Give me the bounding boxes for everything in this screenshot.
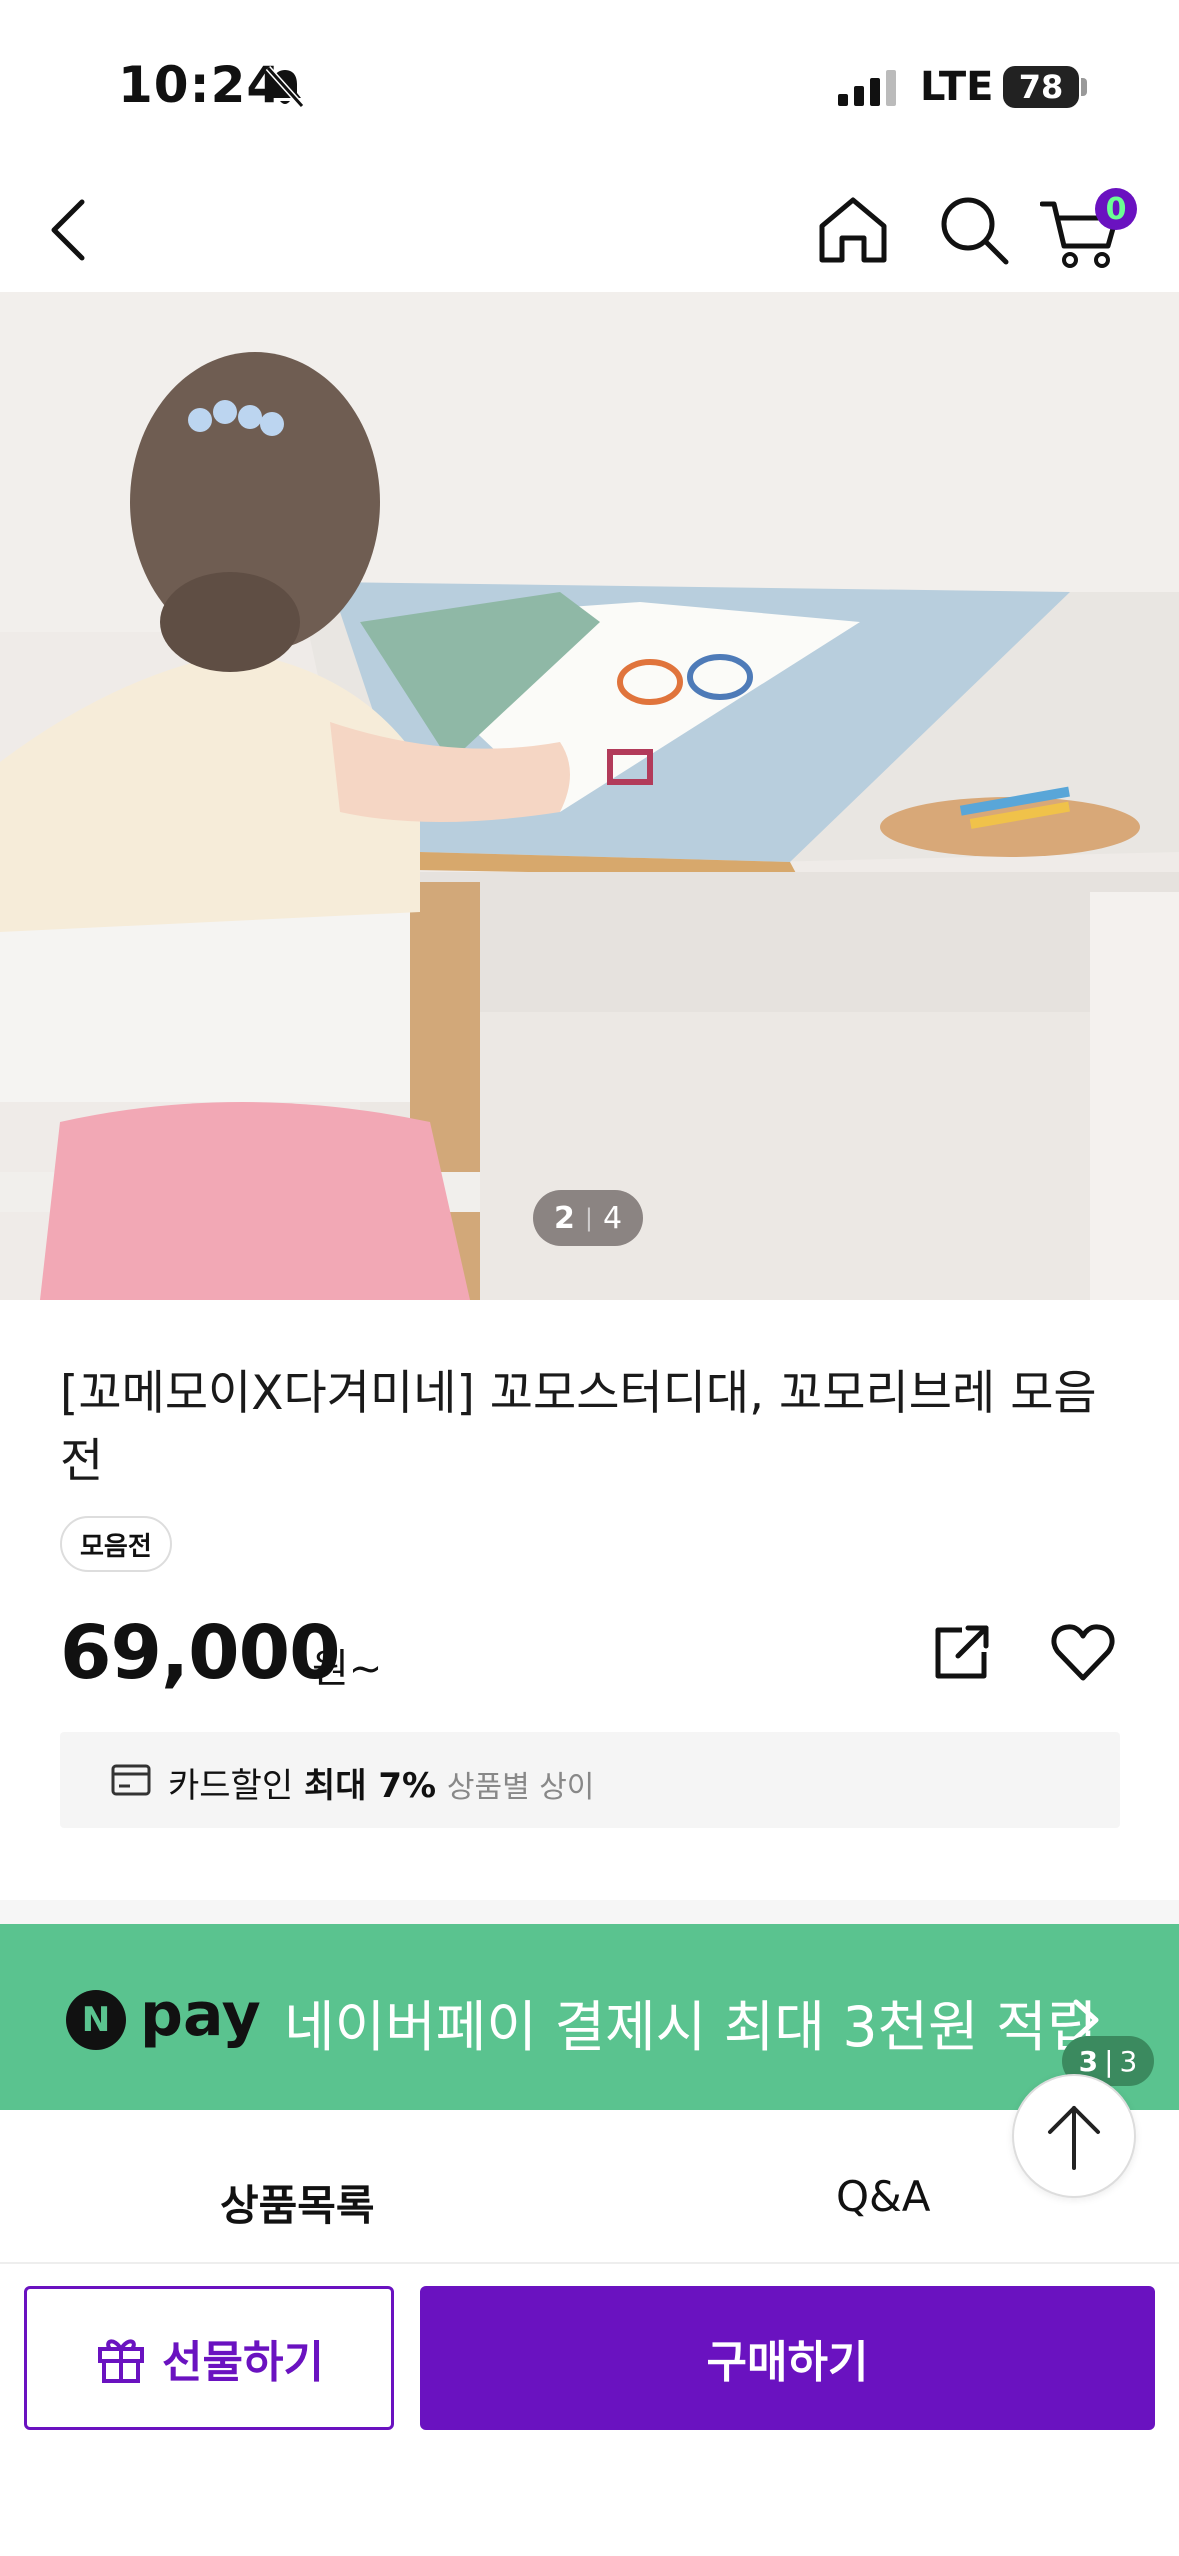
price-unit: 원~ — [312, 1646, 383, 1692]
discount-text: 카드할인 최대 7% 상품별 상이 — [168, 1758, 594, 1807]
product-image-carousel[interactable]: 2 | 4 — [0, 292, 1179, 1300]
heart-icon[interactable] — [1050, 1622, 1116, 1682]
gift-button[interactable]: 선물하기 — [24, 2286, 394, 2430]
product-tabs: 상품목록 Q&A — [0, 2126, 1179, 2260]
npay-logo: N — [66, 1990, 126, 2050]
product-tag: 모음전 — [60, 1516, 172, 1572]
tab-qa[interactable]: Q&A — [836, 2172, 931, 2221]
bottom-action-bar: 선물하기 구매하기 — [0, 2262, 1179, 2556]
discount-note: 상품별 상이 — [446, 1770, 595, 1805]
signal-icon — [838, 70, 896, 106]
bell-off-icon — [265, 65, 305, 109]
share-icon[interactable] — [932, 1622, 992, 1682]
image-counter-current: 2 — [553, 1200, 575, 1236]
scroll-to-top-button[interactable] — [1012, 2074, 1136, 2198]
search-icon[interactable] — [938, 194, 1010, 266]
status-bar: 10:24 LTE 78 — [0, 0, 1179, 170]
network-label: LTE — [920, 64, 994, 110]
home-icon[interactable] — [816, 194, 890, 264]
gift-icon — [98, 2339, 145, 2383]
credit-card-icon — [111, 1764, 151, 1796]
banner-counter-current: 3 — [1078, 2044, 1099, 2078]
banner-counter-separator: | — [1104, 2044, 1114, 2078]
product-page: 10:24 LTE 78 0 2 | 4 [꼬메모이X다겨미네] 꼬모스터디대,… — [0, 0, 1179, 2556]
gift-button-label: 선물하기 — [162, 2337, 324, 2388]
buy-button-label: 구매하기 — [706, 2337, 869, 2388]
npay-promo-banner[interactable]: N pay 네이버페이 결제시 최대 3천원 적립 — [0, 1924, 1179, 2110]
image-counter-total: 4 — [602, 1200, 623, 1236]
npay-promo-text: 네이버페이 결제시 최대 3천원 적립 — [284, 1995, 1098, 2059]
image-counter-separator: | — [584, 1204, 593, 1232]
card-discount-info: 카드할인 최대 7% 상품별 상이 — [60, 1732, 1120, 1828]
top-nav — [0, 170, 1179, 292]
product-photo — [0, 292, 1179, 1300]
buy-button[interactable]: 구매하기 — [420, 2286, 1155, 2430]
arrow-up-icon — [1048, 2106, 1100, 2170]
tab-product-list[interactable]: 상품목록 — [220, 2172, 375, 2233]
section-divider — [0, 1900, 1179, 1924]
status-time: 10:24 — [118, 56, 283, 114]
battery-cap — [1081, 78, 1087, 96]
product-title: [꼬메모이X다겨미네] 꼬모스터디대, 꼬모리브레 모음전 — [60, 1366, 1097, 1489]
back-icon[interactable] — [46, 198, 90, 262]
npay-logo-word: pay — [140, 1980, 261, 2050]
image-counter: 2 | 4 — [533, 1190, 643, 1246]
discount-highlight: 최대 7% — [303, 1766, 437, 1806]
banner-counter-total: 3 — [1119, 2044, 1138, 2078]
battery-icon: 78 — [1003, 66, 1079, 108]
battery-level: 78 — [1018, 68, 1064, 106]
product-price: 69,000 — [60, 1610, 341, 1696]
discount-label: 카드할인 — [168, 1766, 294, 1806]
cart-count-badge: 0 — [1095, 188, 1137, 230]
